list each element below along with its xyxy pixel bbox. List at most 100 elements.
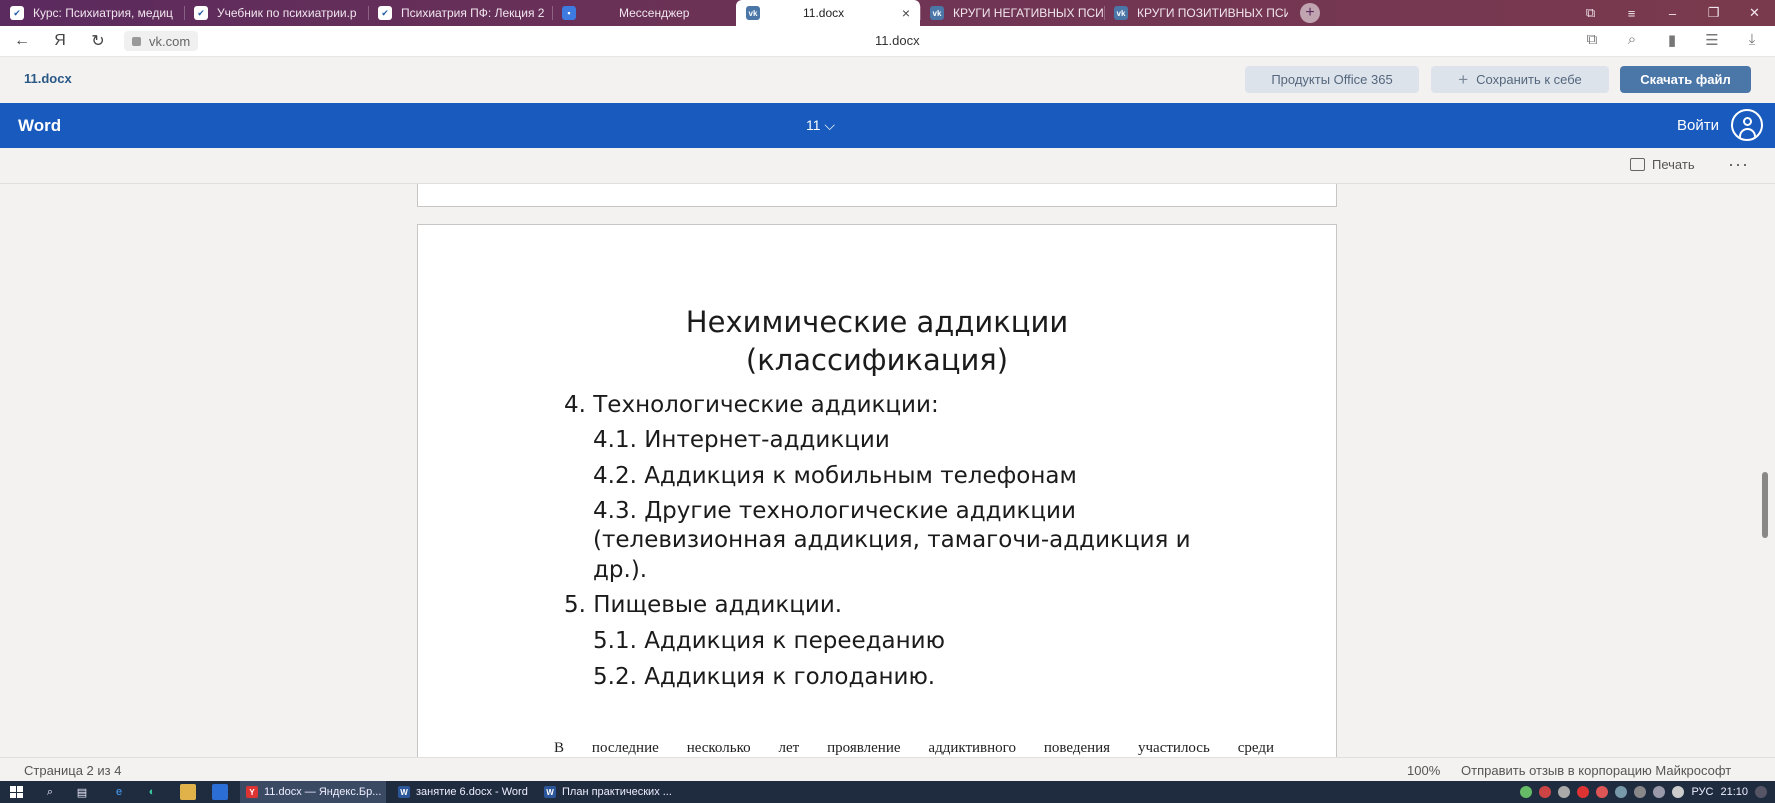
document-file-name: 11.docx [24,71,72,86]
slide-subtitle: (классификация) [745,343,1009,377]
slide-title: Нехимические аддикции [685,305,1069,339]
opera-icon[interactable] [1596,786,1609,798]
tab-messenger[interactable]: ▪ Мессенджер [552,0,736,26]
language-indicator[interactable]: РУС [1691,786,1713,798]
tab-11-docx[interactable]: vk 11.docx × [736,0,920,26]
list-item: (телевизионная аддикция, тамагочи-аддикц… [593,527,1191,553]
office-products-button[interactable]: Продукты Office 365 [1245,66,1419,93]
taskbar-app-word-plan[interactable]: W План практических ... [538,781,678,803]
system-tray: РУС 21:10 [1520,781,1767,803]
back-arrow-icon[interactable]: ← [6,32,38,50]
address-actions: ⧉ ⌕ ▮ ☰ ⤓ [1579,31,1765,49]
print-button[interactable]: Печать [1630,157,1695,172]
translate-icon[interactable]: ⌕ [1619,31,1645,49]
new-tab-button[interactable]: + [1300,3,1320,23]
bookmark-icon[interactable]: ▮ [1659,31,1685,49]
app-tray-icon[interactable] [1539,786,1552,798]
word-icon: W [398,786,410,798]
close-tab-icon[interactable]: × [902,5,910,21]
plus-icon: + [1458,69,1469,89]
printer-icon [1630,158,1645,171]
browser-tab-strip: ✔ Курс: Психиатрия, медиц ✔ Учебник по п… [0,0,1775,26]
more-options-icon[interactable]: ··· [1728,154,1749,175]
word-app-name[interactable]: Word [18,116,61,136]
page-title: 11.docx [875,33,920,48]
document-page[interactable]: Нехимические аддикции (классификация) 4.… [417,224,1337,757]
edge-icon[interactable]: ◐ [144,784,160,800]
close-window-icon[interactable]: ✕ [1734,5,1775,21]
minimize-icon[interactable]: – [1652,6,1693,21]
taskbar-app-label: План практических ... [562,786,672,798]
notifications-icon[interactable] [1755,786,1767,798]
download-file-button[interactable]: Скачать файл [1620,66,1751,93]
url-field[interactable]: vk.com [124,31,199,51]
yandex-browser-icon: Y [246,786,258,798]
save-to-self-button[interactable]: + Сохранить к себе [1431,66,1609,93]
collections-icon[interactable]: ☰ [1699,31,1725,49]
list-item: 5. Пищевые аддикции. [564,592,843,618]
list-item: 5.2. Аддикция к голоданию. [593,664,936,690]
body-paragraph: В последние несколько лет проявление адд… [554,740,1274,756]
tab-label: 11.docx [803,6,845,20]
document-title-dropdown[interactable]: 11 ⌵ [806,117,835,134]
previous-page [417,184,1337,207]
volume-icon[interactable] [1653,786,1666,798]
save-to-self-label: Сохранить к себе [1476,72,1582,87]
menu-icon[interactable]: ≡ [1611,6,1652,21]
taskbar-app-yandex[interactable]: Y 11.docx — Яндекс.Бр... [240,781,386,803]
windows-taskbar: ⌕ ▤ e ◐ Y 11.docx — Яндекс.Бр... W занят… [0,781,1775,803]
microphone-icon[interactable] [1672,786,1685,798]
store-icon[interactable] [212,784,228,800]
steam-icon[interactable] [1615,786,1628,798]
taskbar-app-word-lesson[interactable]: W занятие 6.docx - Word [392,781,532,803]
tab-label: Мессенджер [619,6,690,20]
vk-icon: vk [746,6,760,20]
tab-psychiatry-lecture[interactable]: ✔ Психиатрия ПФ: Лекция 2 [368,0,552,26]
address-bar: ← Я ↻ vk.com 11.docx ⧉ ⌕ ▮ ☰ ⤓ [0,26,1775,57]
yandex-disk-icon[interactable] [1577,786,1590,798]
download-icon[interactable]: ⤓ [1739,31,1765,49]
vk-icon: vk [930,6,944,20]
window-controls: ⧉ ≡ – ❐ ✕ [1570,0,1775,26]
taskbar-app-label: 11.docx — Яндекс.Бр... [264,786,382,798]
tab-negative-circles[interactable]: vk КРУГИ НЕГАТИВНЫХ ПСИ [920,0,1104,26]
restore-icon[interactable]: ❐ [1693,5,1734,21]
taskbar-app-label: занятие 6.docx - Word [416,786,528,798]
copy-icon[interactable]: ⧉ [1579,31,1605,49]
vk-icon: vk [1114,6,1128,20]
task-view-icon[interactable]: ▤ [74,784,90,800]
tab-manager-icon[interactable]: ⧉ [1570,5,1611,21]
word-icon: W [544,786,556,798]
internet-explorer-icon[interactable]: e [111,784,127,800]
list-item: 4.2. Аддикция к мобильным телефонам [593,463,1077,489]
vertical-scrollbar-thumb[interactable] [1762,472,1768,538]
windows-start-icon[interactable] [10,786,23,798]
nvidia-icon[interactable] [1520,786,1533,798]
tab-label: КРУГИ НЕГАТИВНЫХ ПСИ [953,6,1104,20]
reload-icon[interactable]: ↻ [82,31,114,51]
tab-label: Учебник по психиатрии.р [217,6,357,20]
clock[interactable]: 21:10 [1720,786,1748,798]
lock-icon [132,36,141,46]
page-counter: Страница 2 из 4 [24,763,122,778]
display-icon[interactable] [1558,786,1571,798]
list-item: др.). [593,557,648,583]
feedback-link[interactable]: Отправить отзыв в корпорацию Майкрософт [1461,763,1731,778]
sign-in-link[interactable]: Войти [1677,117,1719,134]
network-icon[interactable] [1634,786,1647,798]
yandex-icon[interactable]: Я [44,32,76,50]
tab-psychiatry-textbook[interactable]: ✔ Учебник по психиатрии.р [184,0,368,26]
status-bar: Страница 2 из 4 100% Отправить отзыв в к… [0,757,1775,781]
search-icon[interactable]: ⌕ [42,784,58,800]
zoom-level[interactable]: 100% [1407,763,1440,778]
tab-label: КРУГИ ПОЗИТИВНЫХ ПСИ [1137,6,1288,20]
document-toolbar: Печать ··· [0,148,1775,184]
list-item: 5.1. Аддикция к перееданию [593,628,945,654]
file-explorer-icon[interactable] [180,784,196,800]
user-avatar-icon[interactable] [1731,109,1763,141]
tab-positive-circles[interactable]: vk КРУГИ ПОЗИТИВНЫХ ПСИ [1104,0,1288,26]
list-item: 4. Технологические аддикции: [564,392,939,418]
list-item: 4.1. Интернет-аддикции [593,427,890,453]
tab-psychiatry-course[interactable]: ✔ Курс: Психиатрия, медиц [0,0,184,26]
document-canvas[interactable]: Нехимические аддикции (классификация) 4.… [0,184,1775,757]
